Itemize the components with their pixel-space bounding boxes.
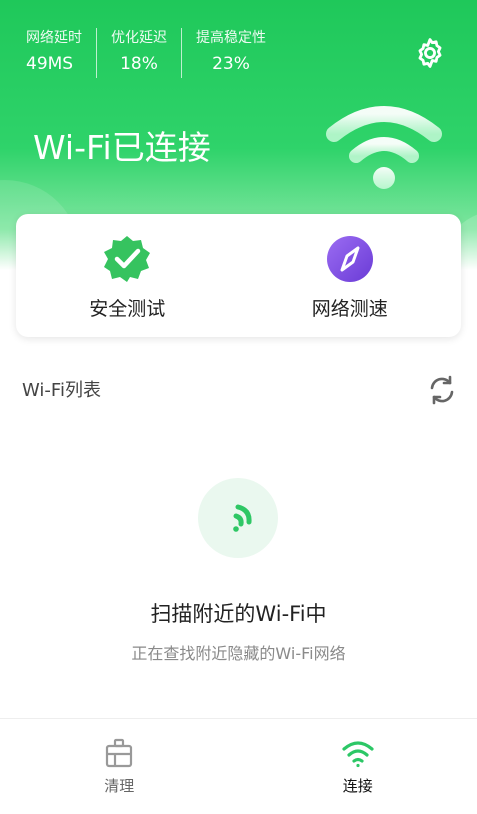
compass-icon <box>326 236 373 282</box>
wifi-list-header: Wi-Fi列表 <box>22 372 460 408</box>
stat-stability: 提高稳定性 23% <box>181 28 280 78</box>
wifi-icon <box>342 741 374 768</box>
stats-row: 网络延时 49MS 优化延迟 18% 提高稳定性 23% <box>26 28 280 78</box>
quick-actions-card: 安全测试 网络测速 <box>16 214 461 337</box>
security-test-button[interactable]: 安全测试 <box>16 214 239 337</box>
nav-tab-clean[interactable]: 清理 <box>0 719 239 814</box>
scan-indicator <box>198 478 278 558</box>
connection-title: Wi-Fi已连接 <box>33 128 211 167</box>
gear-icon[interactable] <box>413 36 447 70</box>
wifi-list-title: Wi-Fi列表 <box>22 380 101 401</box>
scan-title: 扫描附近的Wi-Fi中 <box>150 602 327 626</box>
stat-label: 优化延迟 <box>111 30 167 46</box>
stat-latency: 网络延时 49MS <box>26 28 96 78</box>
speed-test-label: 网络测速 <box>311 298 388 320</box>
stat-label: 网络延时 <box>26 30 82 46</box>
nav-label-clean: 清理 <box>104 777 135 795</box>
stat-label: 提高稳定性 <box>196 30 266 46</box>
nav-tab-connect[interactable]: 连接 <box>239 719 477 814</box>
wifi-icon <box>326 106 442 189</box>
security-test-label: 安全测试 <box>89 298 166 320</box>
refresh-icon[interactable] <box>426 374 458 406</box>
stat-value: 49MS <box>26 54 74 74</box>
stat-optimize: 优化延迟 18% <box>96 28 181 78</box>
scan-subtitle: 正在查找附近隐藏的Wi-Fi网络 <box>131 644 346 663</box>
shield-check-icon <box>104 236 151 282</box>
speed-test-button[interactable]: 网络测速 <box>239 214 462 337</box>
wifi-scan-icon <box>233 504 252 532</box>
stat-value: 23% <box>212 54 250 74</box>
stat-value: 18% <box>120 54 158 74</box>
clean-icon <box>106 738 133 768</box>
bottom-navigation: 清理 连接 <box>0 718 477 814</box>
nav-label-connect: 连接 <box>342 777 373 795</box>
